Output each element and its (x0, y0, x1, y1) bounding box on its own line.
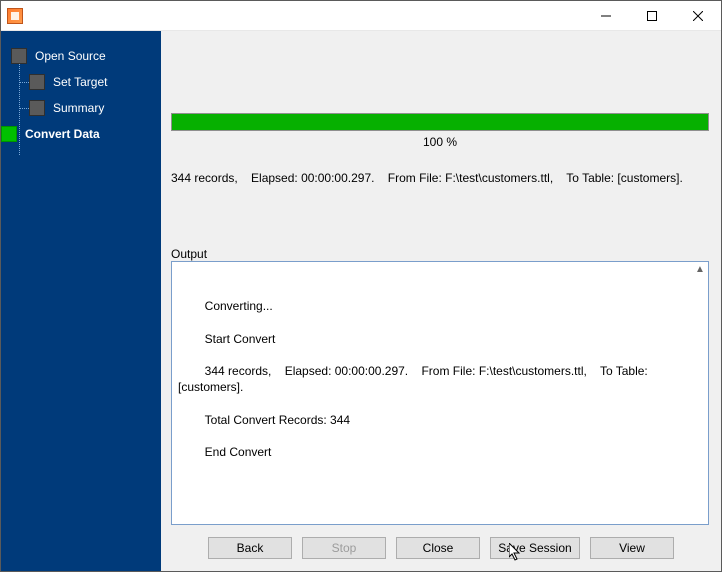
window-controls (583, 1, 721, 30)
step-set-target[interactable]: Set Target (11, 69, 161, 95)
step-box-icon (1, 126, 17, 142)
stop-button: Stop (302, 537, 386, 559)
minimize-button[interactable] (583, 1, 629, 30)
output-line: Total Convert Records: 344 (205, 413, 350, 427)
step-open-source[interactable]: Open Source (11, 43, 161, 69)
step-label: Convert Data (25, 127, 100, 141)
close-window-button[interactable] (675, 1, 721, 30)
step-label: Open Source (35, 49, 106, 63)
output-label: Output (171, 247, 709, 261)
titlebar (1, 1, 721, 31)
output-textarea[interactable]: ▲ Converting... Start Convert 344 record… (171, 261, 709, 525)
scroll-up-icon[interactable]: ▲ (692, 262, 708, 278)
output-line: 344 records, Elapsed: 00:00:00.297. From… (178, 364, 651, 394)
minimize-icon (601, 11, 611, 21)
step-box-icon (29, 74, 45, 90)
spacer (171, 43, 709, 113)
back-button[interactable]: Back (208, 537, 292, 559)
progress-percent-label: 100 % (171, 135, 709, 149)
tree-connector (19, 108, 29, 109)
wizard-steps-tree: Open Source Set Target Summary Convert D… (1, 43, 161, 147)
button-row: Back Stop Close Save Session View (161, 529, 721, 571)
step-label: Set Target (53, 75, 107, 89)
status-line: 344 records, Elapsed: 00:00:00.297. From… (171, 171, 709, 185)
step-box-icon (11, 48, 27, 64)
output-line: End Convert (205, 445, 272, 459)
close-button[interactable]: Close (396, 537, 480, 559)
progress-fill (172, 114, 708, 130)
close-icon (693, 11, 703, 21)
step-box-icon (29, 100, 45, 116)
app-icon (7, 8, 23, 24)
step-summary[interactable]: Summary (11, 95, 161, 121)
progress-bar (171, 113, 709, 131)
content-inner: 100 % 344 records, Elapsed: 00:00:00.297… (161, 31, 721, 529)
output-line: Converting... (205, 299, 273, 313)
step-label: Summary (53, 101, 104, 115)
maximize-icon (647, 11, 657, 21)
save-session-button[interactable]: Save Session (490, 537, 580, 559)
main-area: Open Source Set Target Summary Convert D… (1, 31, 721, 571)
tree-connector (19, 82, 29, 83)
output-line: Start Convert (205, 332, 276, 346)
content-panel: 100 % 344 records, Elapsed: 00:00:00.297… (161, 31, 721, 571)
maximize-button[interactable] (629, 1, 675, 30)
view-button[interactable]: View (590, 537, 674, 559)
step-convert-data[interactable]: Convert Data (11, 121, 161, 147)
wizard-sidebar: Open Source Set Target Summary Convert D… (1, 31, 161, 571)
